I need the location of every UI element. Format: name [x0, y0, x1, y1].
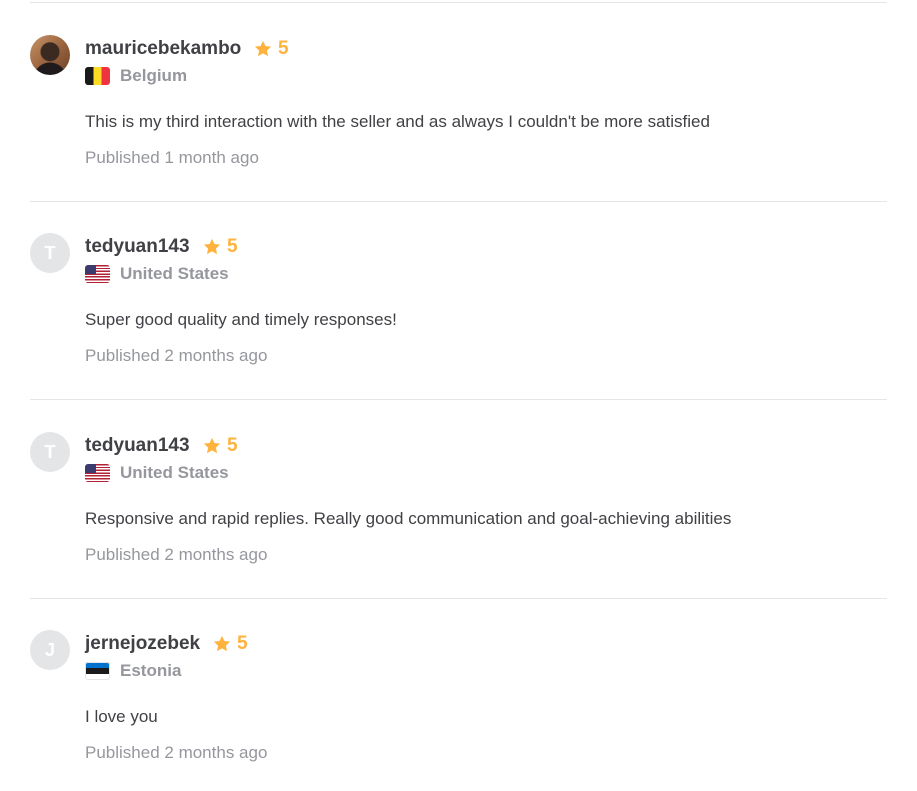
review-text: This is my third interaction with the se…	[85, 112, 710, 131]
us-flag-icon	[85, 464, 110, 482]
rating: 5	[202, 236, 238, 258]
star-icon	[203, 238, 221, 255]
divider	[30, 399, 887, 400]
review-item: T tedyuan143 5 United States Responsive …	[30, 432, 887, 622]
review-text: Responsive and rapid replies. Really goo…	[85, 509, 732, 528]
avatar[interactable]: T	[30, 233, 70, 273]
country-name: Belgium	[120, 66, 188, 85]
avatar[interactable]: J	[30, 630, 70, 670]
star-icon	[213, 635, 231, 652]
review-item: mauricebekambo 5 Belgium This is my thir…	[30, 35, 887, 225]
divider	[30, 2, 887, 3]
rating: 5	[202, 435, 238, 457]
country-name: United States	[120, 463, 229, 482]
reviewer-country: United States	[85, 463, 229, 483]
reviewer-country: Estonia	[85, 661, 181, 681]
reviewer-country: Belgium	[85, 66, 187, 86]
rating-value: 5	[278, 38, 289, 59]
rating: 5	[253, 38, 289, 60]
country-name: United States	[120, 264, 229, 283]
reviewer-username[interactable]: mauricebekambo	[85, 38, 241, 60]
published-date: Published 2 months ago	[85, 545, 268, 564]
review-item: T tedyuan143 5 United States Super good …	[30, 233, 887, 423]
review-text: I love you	[85, 707, 158, 726]
us-flag-icon	[85, 265, 110, 283]
reviewer-username[interactable]: tedyuan143	[85, 435, 190, 457]
review-text: Super good quality and timely responses!	[85, 310, 397, 329]
avatar[interactable]: T	[30, 432, 70, 472]
reviewer-username[interactable]: jernejozebek	[85, 633, 200, 655]
avatar[interactable]	[30, 35, 70, 75]
published-date: Published 2 months ago	[85, 743, 268, 762]
published-date: Published 2 months ago	[85, 346, 268, 365]
rating-value: 5	[237, 633, 248, 654]
divider	[30, 598, 887, 599]
belgium-flag-icon	[85, 67, 110, 85]
rating-value: 5	[227, 236, 238, 257]
star-icon	[203, 437, 221, 454]
reviewer-country: United States	[85, 264, 229, 284]
reviewer-username[interactable]: tedyuan143	[85, 236, 190, 258]
published-date: Published 1 month ago	[85, 148, 259, 167]
rating-value: 5	[227, 435, 238, 456]
country-name: Estonia	[120, 661, 182, 680]
divider	[30, 201, 887, 202]
rating: 5	[212, 633, 248, 655]
star-icon	[254, 40, 272, 57]
reviews-list: mauricebekambo 5 Belgium This is my thir…	[0, 0, 917, 791]
review-item: J jernejozebek 5 Estonia I love you Publ…	[30, 630, 887, 791]
estonia-flag-icon	[85, 662, 110, 680]
